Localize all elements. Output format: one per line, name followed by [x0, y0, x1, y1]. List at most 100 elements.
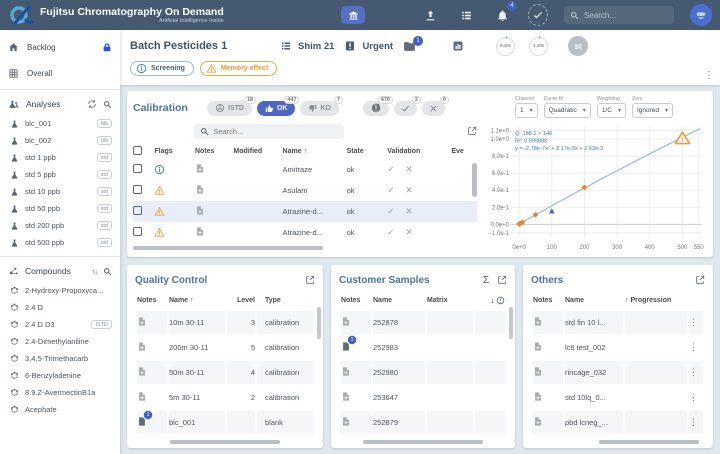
- row-menu-button[interactable]: ⋮: [689, 417, 698, 428]
- global-search-input[interactable]: [584, 11, 664, 20]
- qc-row[interactable]: 50m 30-11 4 calibration: [137, 361, 313, 384]
- row-menu-button[interactable]: ⋮: [689, 367, 698, 378]
- note-add-button[interactable]: [341, 316, 351, 327]
- sidebar-analysis-item[interactable]: std 50 ppb std: [0, 200, 120, 217]
- batch-notes-button[interactable]: 1: [403, 41, 416, 52]
- qc-row[interactable]: 1 blc_001 blank: [137, 411, 313, 434]
- row-checkbox[interactable]: [133, 206, 142, 215]
- sort-descending-button[interactable]: ↓: [491, 298, 495, 305]
- note-add-button[interactable]: [533, 391, 543, 402]
- calibration-search-input[interactable]: [213, 127, 323, 136]
- qc-vertical-scrollbar[interactable]: [317, 307, 321, 339]
- sidebar-compound-item[interactable]: 8.9.Z-AvermectinB1a: [0, 384, 120, 401]
- note-add-button[interactable]: [341, 391, 351, 402]
- analyses-search-button[interactable]: [103, 100, 112, 109]
- sidebar-analysis-item[interactable]: blc_001 blk: [0, 115, 120, 132]
- sidebar-compound-item[interactable]: 2.4 D: [0, 299, 120, 316]
- calibration-expand-button[interactable]: [467, 126, 477, 136]
- sidebar-compound-item[interactable]: 2.4-Dimethylaniline: [0, 333, 120, 350]
- qc-row[interactable]: 5m 30-11 2 calibration: [137, 386, 313, 409]
- qc-row[interactable]: 10m 30-11 3 calibration: [137, 311, 313, 334]
- filter-pill-burst-alert[interactable]: 470: [363, 101, 389, 116]
- sidebar-compound-item[interactable]: Acephate: [0, 401, 120, 418]
- row-menu-button[interactable]: ⋮: [689, 392, 698, 403]
- calibration-search[interactable]: [194, 124, 344, 139]
- others-row[interactable]: lc6 test_002 ⋮: [533, 336, 703, 359]
- note-add-button[interactable]: [341, 416, 351, 427]
- others-row[interactable]: pbd lcneg_... ⋮: [533, 411, 703, 434]
- cs-row[interactable]: 252980: [341, 361, 505, 384]
- note-add-button[interactable]: 1: [137, 416, 147, 427]
- note-add-button[interactable]: [533, 366, 543, 377]
- validate-buttons[interactable]: ✓ ✕: [387, 206, 417, 217]
- qc-row[interactable]: 200m 30-11 5 calibration: [137, 336, 313, 359]
- quality-control-expand-button[interactable]: [305, 275, 315, 285]
- qc-horizontal-scrollbar[interactable]: [170, 440, 280, 444]
- chip-memory-effect[interactable]: Memory effect: [200, 61, 277, 76]
- chip-screening[interactable]: Screening: [130, 61, 194, 76]
- global-search[interactable]: [564, 6, 674, 24]
- organization-button[interactable]: [341, 6, 365, 24]
- row-checkbox[interactable]: [133, 227, 142, 236]
- customer-samples-expand-button[interactable]: [497, 275, 507, 285]
- calibration-vertical-scrollbar[interactable]: [472, 163, 477, 197]
- note-add-button[interactable]: [195, 205, 205, 216]
- cs-row[interactable]: 252879: [341, 411, 505, 434]
- filter-pill-ok[interactable]: OK 447: [257, 101, 296, 116]
- note-add-button[interactable]: [533, 416, 543, 427]
- select-all-checkbox[interactable]: [133, 146, 142, 155]
- note-add-button[interactable]: [533, 341, 543, 352]
- compounds-sort-button[interactable]: ↑↓: [92, 267, 98, 276]
- sidebar-compound-item[interactable]: 6-Benzyladenine: [0, 367, 120, 384]
- compounds-search-button[interactable]: [103, 267, 112, 276]
- calibration-row[interactable]: Atrazine-d... ok ✓ ✕: [133, 222, 477, 243]
- note-add-button[interactable]: [137, 391, 147, 402]
- control-select[interactable]: Ignored▾: [632, 103, 673, 118]
- others-row[interactable]: std 10lq_0... ⋮: [533, 386, 703, 409]
- calibration-row[interactable]: Amitraze ok ✓ ✕: [133, 159, 477, 180]
- sidebar-analysis-item[interactable]: std 1 ppb std: [0, 149, 120, 166]
- cs-row[interactable]: 253647: [341, 386, 505, 409]
- sidebar-compound-item[interactable]: 2-Hydroxy-Propoxyca...: [0, 282, 120, 299]
- row-checkbox[interactable]: [133, 164, 142, 173]
- filter-pill-check[interactable]: 2: [394, 101, 417, 116]
- customer-samples-sum-button[interactable]: Σ: [483, 275, 489, 286]
- sidebar-analysis-item[interactable]: std 5 ppb std: [0, 166, 120, 183]
- cs-row[interactable]: 1 252983: [341, 336, 505, 359]
- validation-status-button[interactable]: [528, 5, 548, 25]
- others-horizontal-scrollbar[interactable]: [599, 440, 699, 444]
- sidebar-compound-item[interactable]: 3,4,5-Trimethacarb: [0, 350, 120, 367]
- note-add-button[interactable]: [195, 184, 205, 195]
- row-menu-button[interactable]: ⋮: [689, 317, 698, 328]
- note-add-button[interactable]: [341, 366, 351, 377]
- queue-list-button[interactable]: [456, 5, 476, 25]
- cs-horizontal-scrollbar[interactable]: [363, 440, 483, 444]
- calibration-row[interactable]: Asulam ok ✓ ✕: [133, 180, 477, 201]
- note-add-button[interactable]: [137, 366, 147, 377]
- filter-pill-istd[interactable]: ISTD 18: [207, 101, 252, 116]
- analyses-sync-button[interactable]: [87, 99, 97, 109]
- others-expand-button[interactable]: [695, 275, 705, 285]
- sidebar-analysis-item[interactable]: std 200 ppb std: [0, 217, 120, 234]
- row-checkbox[interactable]: [133, 185, 142, 194]
- cs-row[interactable]: 252878: [341, 311, 505, 334]
- control-select[interactable]: Quadratic▾: [544, 103, 591, 118]
- others-row[interactable]: std fin 10 l... ⋮: [533, 311, 703, 334]
- note-add-button[interactable]: [137, 341, 147, 352]
- sidebar-analysis-item[interactable]: std 500 ppb std: [0, 234, 120, 251]
- assignee-avatar[interactable]: st: [568, 36, 588, 56]
- note-add-button[interactable]: 1: [341, 341, 351, 352]
- calibration-row[interactable]: Atrazine-d... ok ✓ ✕: [133, 201, 477, 222]
- sidebar-item-overall[interactable]: Overall: [0, 60, 120, 86]
- batch-menu-button[interactable]: ⋮: [704, 70, 714, 81]
- upload-button[interactable]: [420, 5, 440, 25]
- sidebar-analysis-item[interactable]: std 10 ppb std: [0, 183, 120, 200]
- note-add-button[interactable]: [195, 226, 205, 237]
- sidebar-analysis-item[interactable]: blc_002 blk: [0, 132, 120, 149]
- validate-buttons[interactable]: ✓ ✕: [387, 164, 417, 175]
- note-add-button[interactable]: [195, 163, 205, 174]
- calibration-horizontal-scrollbar[interactable]: [133, 246, 323, 250]
- batch-report-button[interactable]: [452, 40, 464, 52]
- others-row[interactable]: rincage_032 ⋮: [533, 361, 703, 384]
- cs-vertical-scrollbar[interactable]: [509, 307, 513, 339]
